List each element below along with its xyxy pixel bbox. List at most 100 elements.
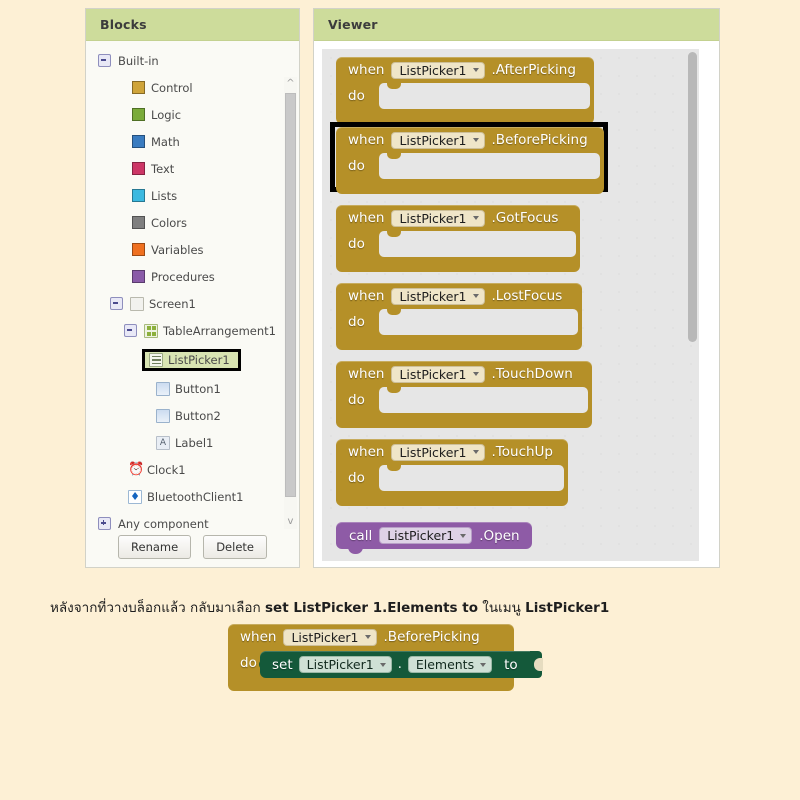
expand-toggle-icon[interactable] (98, 517, 111, 530)
block-body[interactable]: when ListPicker1 .LostFocus do (336, 283, 582, 350)
scroll-up-arrow-icon[interactable]: ^ (284, 77, 297, 91)
call-block-body[interactable]: call ListPicker1 .Open (336, 522, 532, 554)
tree-item-colors[interactable]: Colors (86, 209, 281, 236)
tree-label-label1: Label1 (175, 435, 214, 450)
chevron-down-icon[interactable] (472, 372, 479, 376)
component-dropdown[interactable]: ListPicker1 (391, 209, 485, 227)
block-keyword-when: when (348, 210, 385, 226)
scroll-down-arrow-icon[interactable]: v (284, 515, 297, 529)
block-when-gotfocus[interactable]: when ListPicker1 .GotFocus do (336, 205, 580, 272)
tree-item-button2[interactable]: Button2 (86, 402, 281, 429)
block-event-name: .AfterPicking (491, 62, 576, 78)
scrollbar-thumb[interactable] (285, 93, 296, 497)
block-body[interactable]: when ListPicker1 .AfterPicking do (336, 57, 594, 124)
caption-part1: หลังจากที่วางบล็อกแล้ว กลับมาเลือก (50, 600, 266, 616)
tree-item-any-component[interactable]: Any component (86, 510, 281, 537)
property-dropdown[interactable]: Elements (407, 656, 493, 673)
tree-item-control[interactable]: Control (86, 74, 281, 101)
block-body[interactable]: when ListPicker1 .TouchDown do (336, 361, 592, 428)
collapse-toggle-icon[interactable] (110, 297, 123, 310)
blocks-workspace-canvas[interactable]: when ListPicker1 .AfterPicking do when L… (322, 49, 699, 561)
rename-button[interactable]: Rename (118, 535, 192, 559)
collapse-toggle-icon[interactable] (98, 54, 111, 67)
block-body-slot[interactable] (379, 152, 600, 179)
chevron-down-icon[interactable] (472, 138, 479, 142)
set-component-dropdown[interactable]: ListPicker1 (298, 656, 392, 673)
delete-button[interactable]: Delete (203, 535, 267, 559)
block-when-touchup[interactable]: when ListPicker1 .TouchUp do (336, 439, 568, 506)
block-keyword-when: when (240, 629, 277, 645)
chevron-down-icon[interactable] (472, 450, 479, 454)
chevron-down-icon[interactable] (460, 533, 467, 538)
block-when-afterpicking[interactable]: when ListPicker1 .AfterPicking do (336, 57, 594, 124)
tree-label-variables: Variables (151, 242, 204, 257)
block-do-row: do (336, 464, 568, 497)
tree-item-screen1[interactable]: Screen1 (86, 290, 281, 317)
tree-label-control: Control (151, 80, 193, 95)
block-when-beforepicking[interactable]: when ListPicker1 .BeforePicking do (336, 127, 604, 194)
chevron-down-icon[interactable] (480, 662, 487, 667)
bottom-example-block[interactable]: when ListPicker1 .BeforePicking do set L… (228, 624, 543, 691)
block-when-touchdown[interactable]: when ListPicker1 .TouchDown do (336, 361, 592, 428)
tree-item-listpicker1[interactable]: ListPicker1 (86, 344, 281, 375)
component-dropdown[interactable]: ListPicker1 (283, 628, 377, 646)
block-body-slot[interactable] (379, 230, 576, 257)
component-dropdown[interactable]: ListPicker1 (391, 61, 485, 79)
tree-item-clock1[interactable]: ⏰ Clock1 (86, 456, 281, 483)
component-dropdown[interactable]: ListPicker1 (379, 527, 473, 544)
block-footer (336, 497, 568, 506)
clock-icon: ⏰ (128, 461, 145, 477)
block-body[interactable]: when ListPicker1 .TouchUp do (336, 439, 568, 506)
block-header-row: when ListPicker1 .TouchDown (336, 361, 592, 387)
viewer-scrollbar-thumb[interactable] (688, 52, 697, 342)
block-method-name: .Open (479, 527, 520, 544)
block-call-open[interactable]: call ListPicker1 .Open (336, 522, 532, 554)
tree-label-listpicker1: ListPicker1 (168, 352, 230, 367)
block-do-label: do (348, 236, 365, 252)
tree-item-text[interactable]: Text (86, 155, 281, 182)
block-do-label: do (348, 158, 365, 174)
tree-item-logic[interactable]: Logic (86, 101, 281, 128)
block-do-label: do (348, 470, 365, 486)
block-when-lostfocus[interactable]: when ListPicker1 .LostFocus do (336, 283, 582, 350)
component-dropdown[interactable]: ListPicker1 (391, 443, 485, 461)
component-dropdown[interactable]: ListPicker1 (391, 131, 485, 149)
block-body-slot[interactable] (379, 386, 588, 413)
block-keyword-to: to (504, 656, 518, 673)
tree-item-lists[interactable]: Lists (86, 182, 281, 209)
block-do-row: do (336, 308, 582, 341)
viewer-panel-header: Viewer (314, 9, 719, 41)
tree-item-button1[interactable]: Button1 (86, 375, 281, 402)
block-body-slot[interactable] (379, 308, 578, 335)
tree-item-bluetoothclient1[interactable]: ♦ BluetoothClient1 (86, 483, 281, 510)
block-body-slot[interactable] (379, 464, 564, 491)
collapse-toggle-icon[interactable] (124, 324, 137, 337)
chevron-down-icon[interactable] (472, 68, 479, 72)
block-body[interactable]: when ListPicker1 .BeforePicking do (336, 127, 604, 194)
component-dropdown[interactable]: ListPicker1 (391, 287, 485, 305)
chevron-down-icon[interactable] (472, 216, 479, 220)
tree-label-logic: Logic (151, 107, 182, 122)
blocks-panel-scrollbar[interactable]: ^ v (284, 77, 297, 529)
chevron-down-icon[interactable] (364, 635, 371, 639)
tree-item-builtin[interactable]: Built-in (86, 47, 281, 74)
tree-item-label1[interactable]: A Label1 (86, 429, 281, 456)
tree-item-variables[interactable]: Variables (86, 236, 281, 263)
block-body[interactable]: when ListPicker1 .GotFocus do (336, 205, 580, 272)
block-footer (336, 341, 582, 350)
listpicker1-selection-highlight[interactable]: ListPicker1 (142, 348, 241, 371)
tree-item-math[interactable]: Math (86, 128, 281, 155)
text-color-swatch-icon (132, 162, 145, 175)
chevron-down-icon[interactable] (472, 294, 479, 298)
value-socket[interactable] (529, 651, 543, 678)
tree-item-tablearrangement1[interactable]: TableArrangement1 (86, 317, 281, 344)
set-elements-block[interactable]: set ListPicker1 . Elements to (259, 651, 543, 678)
tree-label-text: Text (151, 161, 175, 176)
math-color-swatch-icon (132, 135, 145, 148)
block-keyword-when: when (348, 62, 385, 78)
tree-item-procedures[interactable]: Procedures (86, 263, 281, 290)
component-dropdown[interactable]: ListPicker1 (391, 365, 485, 383)
chevron-down-icon[interactable] (379, 662, 386, 667)
block-body-slot[interactable] (379, 82, 590, 109)
tree-label-button2: Button2 (175, 408, 221, 423)
